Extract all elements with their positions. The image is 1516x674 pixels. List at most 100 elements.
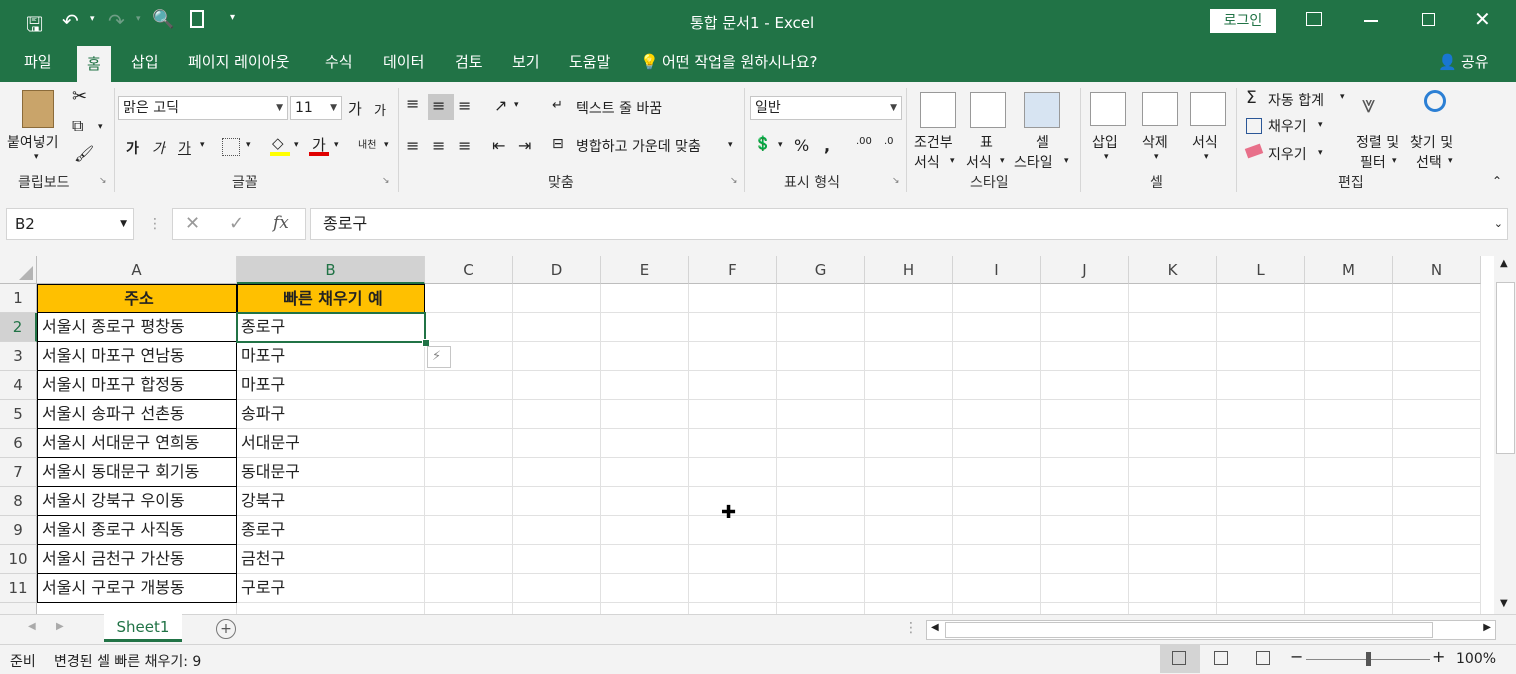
find-select-label-1[interactable]: 찾기 및 [1410, 132, 1453, 152]
accounting-dropdown-icon[interactable]: ▾ [778, 140, 783, 150]
zoom-level[interactable]: 100% [1456, 651, 1496, 667]
enter-icon[interactable]: ✓ [229, 213, 244, 234]
paste-dropdown-icon[interactable]: ▾ [34, 152, 39, 162]
minimize-icon[interactable] [1364, 20, 1378, 22]
format-as-table-label-1[interactable]: 표 [980, 132, 993, 152]
cell-B11[interactable]: 구로구 [237, 574, 425, 603]
increase-font-icon[interactable]: 가 [348, 98, 362, 119]
tab-file[interactable]: 파일 [24, 44, 52, 82]
sort-filter-label-1[interactable]: 정렬 및 [1356, 132, 1399, 152]
percent-icon[interactable]: % [794, 136, 809, 155]
phonetic-guide-icon[interactable]: 내천 [358, 136, 376, 151]
cut-icon[interactable]: ✂ [72, 86, 87, 107]
row-header[interactable]: 2 [0, 313, 37, 342]
cell-B6[interactable]: 서대문구 [237, 429, 425, 458]
row-header[interactable]: 6 [0, 429, 37, 458]
font-name-select[interactable]: 맑은 고딕 ▼ [118, 96, 288, 120]
cell-A9[interactable]: 서울시 종로구 사직동 [37, 516, 237, 545]
tab-formulas[interactable]: 수식 [325, 44, 353, 82]
comma-style-icon[interactable]: , [824, 136, 830, 155]
worksheet-grid[interactable]: ABCDEFGHIJKLMN 1 2 3 4 5 6 7 8 9 10 11 주소 빠른 채우기 예서… [0, 256, 1494, 614]
cell-styles-label-1[interactable]: 셀 [1036, 132, 1049, 152]
clipboard-paste-icon[interactable] [22, 90, 54, 128]
row-header[interactable]: 11 [0, 574, 37, 603]
scroll-right-icon[interactable]: ▶ [1483, 622, 1491, 633]
align-right-icon[interactable]: ≡ [458, 136, 471, 155]
cell-B3[interactable]: 마포구 [237, 342, 425, 371]
cell-A7[interactable]: 서울시 동대문구 회기동 [37, 458, 237, 487]
scroll-up-icon[interactable]: ▲ [1500, 258, 1508, 269]
scroll-left-icon[interactable]: ◀ [931, 622, 939, 633]
undo-dropdown-icon[interactable]: ▾ [90, 14, 95, 24]
copy-dropdown-icon[interactable]: ▾ [98, 122, 103, 132]
tab-view[interactable]: 보기 [512, 44, 540, 82]
zoom-slider-thumb[interactable] [1366, 652, 1371, 666]
paste-button[interactable]: 붙여넣기 [7, 132, 59, 152]
orientation-dropdown-icon[interactable]: ▾ [514, 100, 519, 110]
borders-icon[interactable] [222, 138, 240, 156]
align-bottom-icon[interactable]: ≡ [458, 96, 471, 115]
name-box[interactable]: B2 ▼ [6, 208, 134, 240]
fill-button[interactable]: 채우기 [1268, 116, 1307, 136]
find-select-label-2[interactable]: 선택 [1416, 152, 1442, 172]
column-header-F[interactable]: F [689, 256, 777, 284]
column-header-K[interactable]: K [1129, 256, 1217, 284]
column-header-H[interactable]: H [865, 256, 953, 284]
insert-function-icon[interactable]: fx [273, 213, 289, 233]
tab-data[interactable]: 데이터 [383, 44, 424, 82]
share-button[interactable]: 공유 [1461, 44, 1489, 82]
normal-view-button[interactable] [1160, 645, 1200, 673]
accounting-format-icon[interactable]: 💲 [754, 136, 771, 152]
cell-A4[interactable]: 서울시 마포구 합정동 [37, 371, 237, 400]
row-header[interactable] [0, 603, 37, 614]
underline-button[interactable]: 가 [178, 138, 191, 158]
cell-B4[interactable]: 마포구 [237, 371, 425, 400]
column-header-L[interactable]: L [1217, 256, 1305, 284]
vertical-scrollbar[interactable]: ▲ ▼ [1494, 256, 1516, 614]
merge-dropdown-icon[interactable]: ▾ [728, 140, 733, 150]
prev-sheet-icon[interactable]: ◀ [28, 621, 36, 632]
cell-A10[interactable]: 서울시 금천구 가산동 [37, 545, 237, 574]
sort-filter-label-2[interactable]: 필터 [1360, 152, 1386, 172]
column-header-B[interactable]: B [237, 256, 425, 284]
fill-color-dropdown-icon[interactable]: ▾ [294, 140, 299, 150]
login-button[interactable]: 로그인 [1210, 9, 1276, 33]
autosum-dropdown-icon[interactable]: ▾ [1340, 92, 1345, 102]
align-left-icon[interactable]: ≡ [406, 136, 419, 155]
cell-B1[interactable]: 빠른 채우기 예 [237, 284, 425, 313]
format-cells-button[interactable]: 서식 [1192, 132, 1218, 152]
increase-decimal-icon[interactable]: .00 [856, 136, 872, 147]
horizontal-scrollbar[interactable]: ◀ ▶ [926, 620, 1496, 640]
tab-home[interactable]: 홈 [77, 44, 111, 84]
chevron-down-icon[interactable]: ▼ [120, 209, 127, 239]
ribbon-display-options-icon[interactable] [1306, 12, 1322, 26]
fill-dropdown-icon[interactable]: ▾ [1318, 120, 1323, 130]
row-header[interactable]: 8 [0, 487, 37, 516]
tab-splitter-icon[interactable]: ⋮ [904, 620, 918, 636]
horizontal-scroll-thumb[interactable] [945, 622, 1433, 638]
cell-styles-icon[interactable] [1024, 92, 1060, 128]
clear-dropdown-icon[interactable]: ▾ [1318, 148, 1323, 158]
insert-cells-icon[interactable] [1090, 92, 1126, 126]
column-header-J[interactable]: J [1041, 256, 1129, 284]
format-table-dropdown-icon[interactable]: ▾ [1000, 156, 1005, 166]
expand-formula-icon[interactable]: ⌄ [1494, 209, 1503, 239]
cell-A6[interactable]: 서울시 서대문구 연희동 [37, 429, 237, 458]
tab-page-layout[interactable]: 페이지 레이아웃 [188, 44, 289, 82]
clear-button[interactable]: 지우기 [1268, 144, 1307, 164]
format-painter-icon[interactable]: 🖌 [74, 144, 94, 163]
column-header-E[interactable]: E [601, 256, 689, 284]
number-launcher-icon[interactable]: ↘ [892, 176, 900, 186]
bold-button[interactable]: 가 [126, 138, 139, 158]
tab-help[interactable]: 도움말 [569, 44, 610, 82]
cell-A5[interactable]: 서울시 송파구 선촌동 [37, 400, 237, 429]
collapse-ribbon-icon[interactable]: ⌃ [1492, 174, 1502, 188]
column-header-M[interactable]: M [1305, 256, 1393, 284]
copy-icon[interactable]: ⧉ [72, 116, 83, 136]
maximize-icon[interactable] [1422, 13, 1435, 26]
row-header[interactable]: 3 [0, 342, 37, 371]
sort-filter-dropdown-icon[interactable]: ▾ [1392, 156, 1397, 166]
conditional-dropdown-icon[interactable]: ▾ [950, 156, 955, 166]
underline-dropdown-icon[interactable]: ▾ [200, 140, 205, 150]
row-header[interactable]: 5 [0, 400, 37, 429]
